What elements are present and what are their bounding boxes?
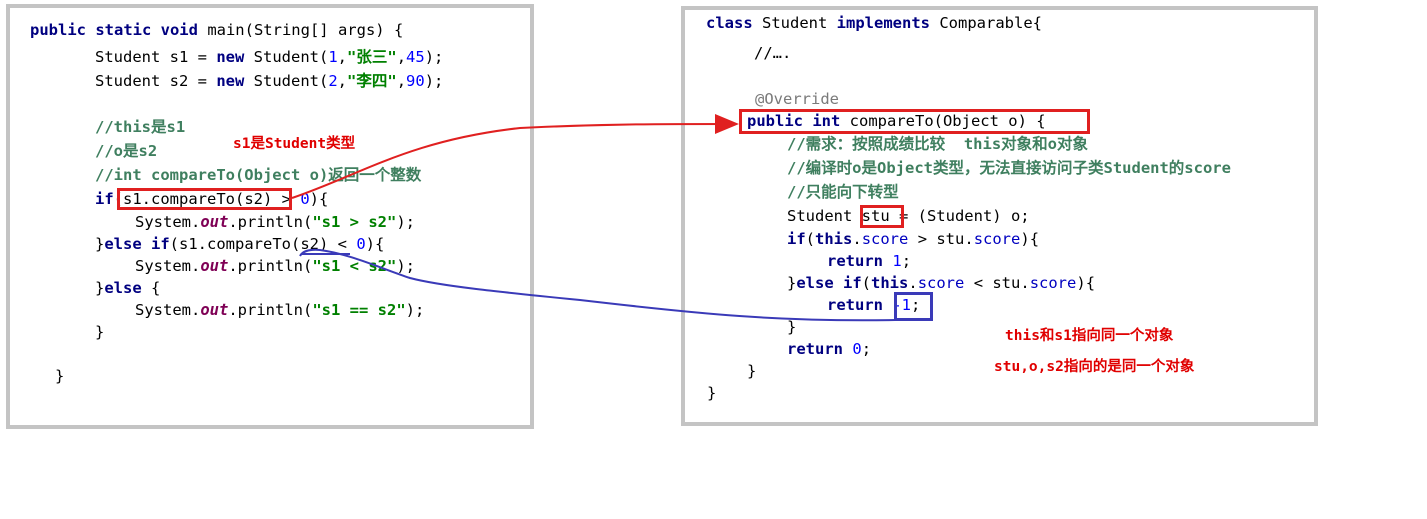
connector-arrows	[291, 114, 896, 322]
blue-return-curve	[299, 248, 896, 322]
red-call-arrow	[291, 114, 739, 199]
